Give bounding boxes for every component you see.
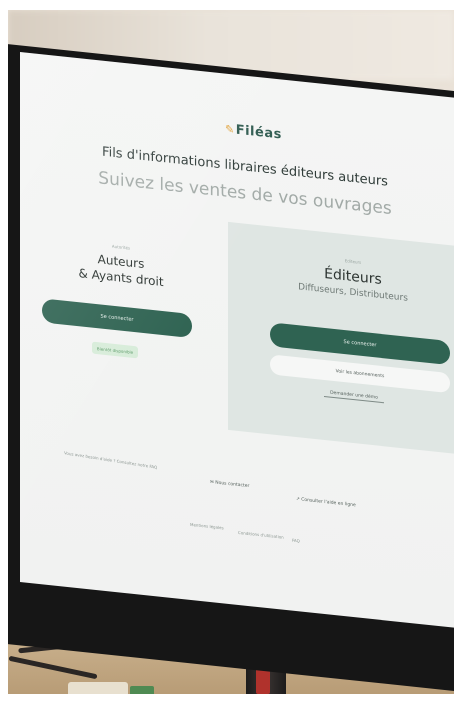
contact-link[interactable]: ✉ Nous contacter — [210, 480, 249, 489]
contact-label: Nous contacter — [215, 480, 250, 490]
footer-faq-link[interactable]: FAQ — [292, 538, 300, 544]
publishers-panel: Editeurs Éditeurs Diffuseurs, Distribute… — [228, 221, 454, 457]
authors-panel: Autorités Auteurs & Ayants droit Se conn… — [28, 201, 214, 405]
footer-terms-link[interactable]: Conditions d'utilisation — [238, 530, 284, 540]
site-logo[interactable]: ✎Filéas — [225, 122, 282, 143]
help-text: Vous avez besoin d'aide ? Consultez notr… — [63, 450, 158, 470]
logo-text: Filéas — [235, 122, 282, 143]
monitor-screen: ✎Filéas Fils d'informations libraires éd… — [20, 52, 454, 630]
authors-login-button[interactable]: Se connecter — [42, 298, 192, 339]
coming-soon-badge: Bientôt disponible — [92, 341, 138, 359]
desk-device — [68, 682, 128, 694]
demo-link[interactable]: Demander une démo — [324, 389, 384, 404]
green-device — [130, 686, 154, 694]
online-help-label: Consulter l'aide en ligne — [301, 497, 356, 509]
footer-legal-link[interactable]: Mentions légales — [190, 522, 224, 531]
book-icon: ✎ — [225, 122, 235, 137]
photo-frame: ✎Filéas Fils d'informations libraires éd… — [8, 10, 454, 694]
online-help-link[interactable]: ↗ Consulter l'aide en ligne — [296, 497, 356, 508]
